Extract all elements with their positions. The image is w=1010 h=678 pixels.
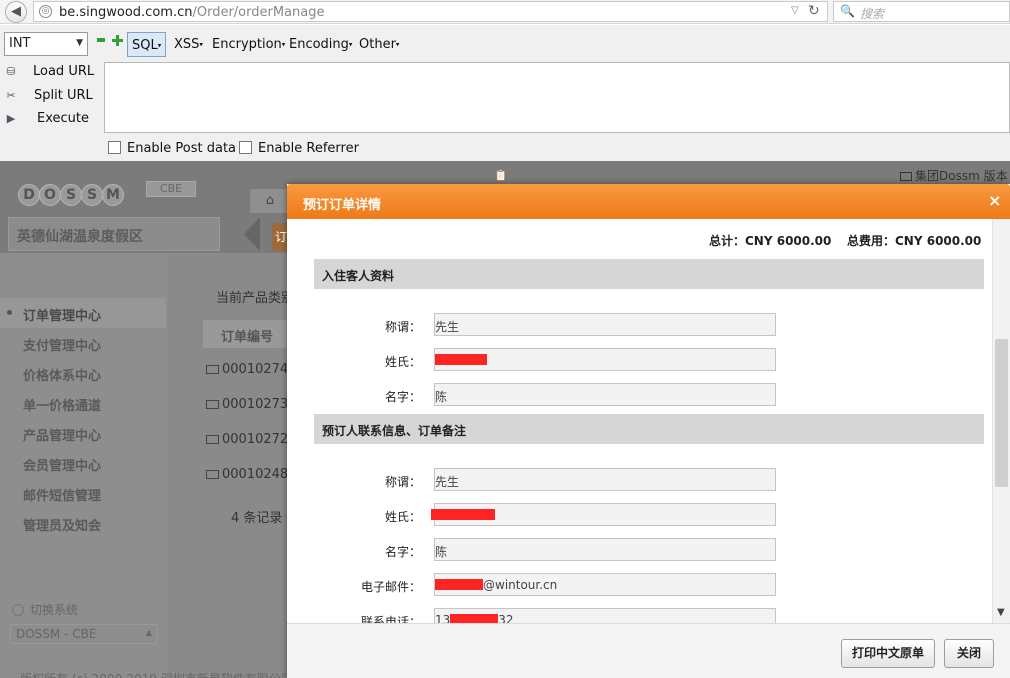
switch-icon bbox=[12, 604, 24, 616]
home-tab[interactable]: ⌂ bbox=[250, 189, 290, 213]
chevron-down-icon: ▼ bbox=[76, 38, 83, 48]
search-box[interactable]: 🔍 搜索 bbox=[833, 1, 1010, 22]
order-detail-dialog: 预订订单详情 × 总计：CNY 6000.00 总费用：CNY 6000.00 … bbox=[287, 184, 1010, 678]
order-row[interactable]: 00010273 bbox=[206, 397, 288, 412]
hackbar: INT ▼ SQL▾ XSS▾ Encryption▾ Encoding▾ Ot… bbox=[0, 25, 1010, 161]
contact-info-section: 预订人联系信息、订单备注 bbox=[314, 414, 984, 444]
dialog-body: 总计：CNY 6000.00 总费用：CNY 6000.00 入住客人资料 称谓… bbox=[287, 219, 1010, 623]
guest-title-label: 称谓： bbox=[384, 320, 421, 334]
total-amount: 总计：CNY 6000.00 bbox=[709, 234, 832, 248]
guest-info-section: 入住客人资料 bbox=[314, 259, 984, 289]
enable-referrer-checkbox[interactable]: Enable Referrer bbox=[239, 141, 359, 156]
minus-icon[interactable] bbox=[97, 38, 105, 42]
hotel-arrow-icon bbox=[244, 217, 260, 251]
guest-name-field[interactable]: 陈 bbox=[434, 383, 776, 406]
close-icon[interactable]: × bbox=[988, 191, 1001, 210]
enable-post-data-checkbox[interactable]: Enable Post data bbox=[108, 141, 236, 156]
switch-system-label: 切换系统 bbox=[12, 601, 78, 618]
total-fee: 总费用：CNY 6000.00 bbox=[847, 234, 982, 248]
hotel-select[interactable]: 英德仙湖温泉度假区 bbox=[8, 217, 220, 251]
dialog-footer: 打印中文原单 关闭 bbox=[287, 623, 1010, 678]
guest-surname-label: 姓氏： bbox=[384, 355, 421, 369]
order-row[interactable]: 00010248 bbox=[206, 467, 288, 482]
mail-icon bbox=[900, 172, 912, 181]
sidebar-item-email-sms[interactable]: 邮件短信管理 bbox=[0, 478, 166, 508]
dialog-title: 预订订单详情 bbox=[303, 198, 382, 213]
back-button[interactable]: ◀ bbox=[5, 1, 27, 23]
redaction-mark bbox=[435, 354, 487, 365]
guest-surname-field[interactable] bbox=[434, 348, 776, 371]
contact-phone-field[interactable]: 13 32 bbox=[434, 608, 776, 623]
chevron-down-icon: ▲ bbox=[145, 628, 152, 637]
switch-system-select[interactable]: DOSSM - CBE ▲ bbox=[10, 624, 157, 644]
scrollbar-thumb[interactable] bbox=[995, 339, 1008, 487]
search-icon: 🔍 bbox=[840, 4, 855, 18]
hackbar-url-textarea[interactable] bbox=[104, 62, 1010, 133]
redaction-mark bbox=[450, 614, 499, 623]
hackbar-menu-xss[interactable]: XSS▾ bbox=[170, 32, 207, 57]
address-bar[interactable]: ◎ be.singwood.com.cn/Order/orderManage ▽… bbox=[33, 1, 828, 22]
contact-surname-field[interactable] bbox=[431, 503, 776, 526]
record-count: 4 条记录 1 bbox=[231, 511, 295, 526]
hackbar-menu-sql[interactable]: SQL▾ bbox=[127, 32, 167, 57]
close-button[interactable]: 关闭 bbox=[944, 639, 994, 668]
hackbar-type-value: INT bbox=[9, 36, 31, 51]
search-placeholder: 搜索 bbox=[860, 7, 885, 21]
sidebar-item-orders[interactable]: 订单管理中心 bbox=[0, 298, 166, 328]
contact-surname-label: 姓氏： bbox=[384, 510, 421, 524]
load-url-icon: ⛁ bbox=[6, 65, 16, 78]
url-text: be.singwood.com.cn/Order/orderManage bbox=[59, 5, 325, 20]
sidebar-item-payments[interactable]: 支付管理中心 bbox=[0, 328, 166, 358]
order-number-header: 订单编号 bbox=[203, 320, 293, 348]
guest-title-field[interactable]: 先生 bbox=[434, 313, 776, 336]
contact-name-field[interactable]: 陈 bbox=[434, 538, 776, 561]
dossm-logo: DOSSM bbox=[18, 176, 124, 206]
hackbar-type-select[interactable]: INT ▼ bbox=[4, 32, 88, 56]
plus-icon[interactable] bbox=[112, 35, 123, 46]
contact-name-label: 名字： bbox=[384, 545, 421, 559]
contact-email-label: 电子邮件： bbox=[360, 580, 421, 594]
reload-icon[interactable]: ↻ bbox=[808, 3, 820, 19]
dialog-header: 预订订单详情 × bbox=[287, 184, 1010, 219]
url-dropdown-icon[interactable]: ▽ bbox=[791, 5, 799, 16]
dialog-scrollbar[interactable]: ▼ bbox=[992, 219, 1010, 623]
scissors-icon: ✂ bbox=[6, 89, 16, 102]
play-icon: ▶ bbox=[6, 112, 16, 125]
order-row[interactable]: 00010274 bbox=[206, 362, 288, 377]
globe-icon: ◎ bbox=[39, 5, 52, 18]
sidebar-item-admins[interactable]: 管理员及知会 bbox=[0, 508, 166, 538]
redaction-mark bbox=[435, 579, 483, 590]
back-arrow-icon: ◀ bbox=[11, 4, 21, 19]
envelope-icon bbox=[206, 470, 219, 479]
envelope-icon bbox=[206, 365, 219, 374]
hackbar-menu-encoding[interactable]: Encoding▾ bbox=[285, 32, 356, 57]
contact-title-field[interactable]: 先生 bbox=[434, 468, 776, 491]
contact-phone-label: 联系电话： bbox=[360, 615, 421, 623]
print-chinese-original-button[interactable]: 打印中文原单 bbox=[841, 639, 935, 668]
product-category-label: 当前产品类别 bbox=[216, 291, 295, 306]
hackbar-menu-encryption[interactable]: Encryption▾ bbox=[208, 32, 289, 57]
order-row[interactable]: 00010272 bbox=[206, 432, 288, 447]
sidebar-item-single-price[interactable]: 单一价格通道 bbox=[0, 388, 166, 418]
browser-toolbar: ◀ ◎ be.singwood.com.cn/Order/orderManage… bbox=[0, 0, 1010, 24]
top-right-link[interactable]: 集团Dossm 版本 bbox=[900, 167, 1008, 184]
contact-title-label: 称谓： bbox=[384, 475, 421, 489]
home-icon: ⌂ bbox=[265, 193, 275, 208]
redaction-mark bbox=[431, 509, 495, 520]
logo-badge: CBE bbox=[146, 181, 196, 197]
envelope-icon bbox=[206, 435, 219, 444]
contact-email-field[interactable]: @wintour.cn bbox=[434, 573, 776, 596]
guest-name-label: 名字： bbox=[384, 390, 421, 404]
envelope-icon bbox=[206, 400, 219, 409]
sidebar-item-members[interactable]: 会员管理中心 bbox=[0, 448, 166, 478]
sidebar-item-pricing[interactable]: 价格体系中心 bbox=[0, 358, 166, 388]
page-footer: 版权所有 (c) 2000-2019 深圳市新易软件有限公司 bbox=[20, 670, 293, 678]
clipboard-icon[interactable]: 📋 bbox=[494, 169, 508, 182]
sidebar-item-products[interactable]: 产品管理中心 bbox=[0, 418, 166, 448]
hackbar-menu-other[interactable]: Other▾ bbox=[355, 32, 403, 57]
scroll-down-icon[interactable]: ▼ bbox=[997, 607, 1005, 618]
